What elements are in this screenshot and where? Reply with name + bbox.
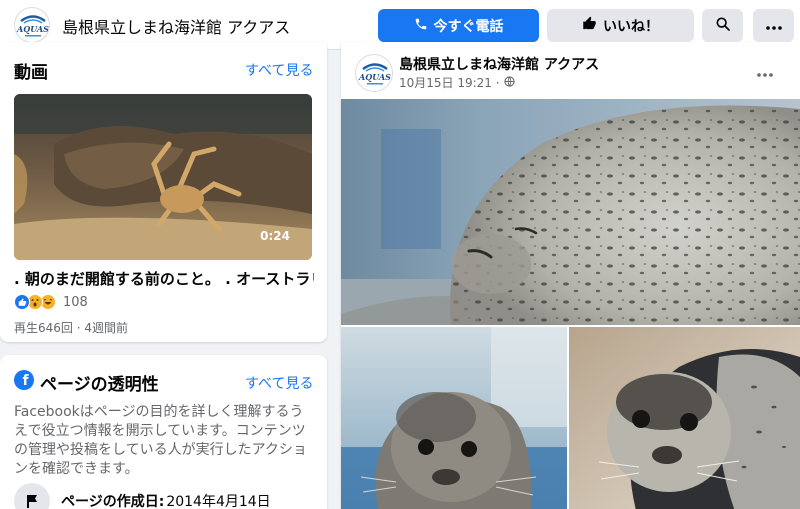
post-photo-main[interactable] bbox=[341, 99, 800, 325]
search-button[interactable] bbox=[702, 9, 743, 42]
post-time-text: 10月15日 19:21 · bbox=[399, 76, 500, 90]
video-reactions[interactable]: 108 bbox=[14, 294, 88, 310]
created-date-label: ページの作成日: bbox=[61, 494, 165, 509]
post-timestamp[interactable]: 10月15日 19:21 · bbox=[399, 74, 515, 91]
call-now-button[interactable]: 今すぐ電話 bbox=[378, 9, 539, 42]
videos-card: 動画 すべて見る 0:24 . 朝のまだ開館する前のこと。 . オーストラリア … bbox=[0, 42, 327, 342]
flag-icon bbox=[14, 483, 50, 509]
post-photo-2[interactable] bbox=[341, 327, 567, 509]
videos-section-title: 動画 bbox=[14, 63, 48, 83]
videos-see-all-link[interactable]: すべて見る bbox=[245, 60, 313, 80]
avatar-logo-text: AQUAS bbox=[358, 72, 391, 82]
like-reaction-icon bbox=[14, 294, 30, 310]
page-creation-row: ページの作成日: 2014年4月14日 bbox=[14, 483, 271, 509]
thumbs-up-icon bbox=[582, 16, 597, 35]
like-button-label: いいね！ bbox=[603, 18, 659, 35]
post-card: AQUAS 島根県立しまね海洋館 アクアス 10月15日 19:21 · bbox=[341, 42, 800, 509]
page-transparency-card: f ページの透明性 すべて見る Facebookはページの目的を詳しく理解するう… bbox=[0, 355, 327, 509]
more-dots-icon bbox=[765, 18, 782, 34]
call-button-label: 今すぐ電話 bbox=[433, 18, 504, 35]
facebook-icon: f bbox=[14, 370, 34, 390]
reaction-count: 108 bbox=[63, 294, 88, 310]
video-duration: 0:24 bbox=[260, 229, 290, 243]
transparency-see-all-link[interactable]: すべて見る bbox=[245, 373, 313, 393]
post-author-name[interactable]: 島根県立しまね海洋館 アクアス bbox=[399, 54, 599, 74]
globe-icon bbox=[503, 75, 515, 90]
logo-text: AQUAS bbox=[16, 24, 49, 34]
post-author-avatar[interactable]: AQUAS bbox=[355, 54, 393, 92]
like-page-button[interactable]: いいね！ bbox=[547, 9, 694, 42]
video-meta: 再生646回 · 4週間前 bbox=[14, 321, 128, 335]
page-title: 島根県立しまね海洋館 アクアス bbox=[62, 18, 291, 37]
more-dots-icon bbox=[757, 62, 773, 81]
search-icon bbox=[715, 16, 731, 36]
video-title[interactable]: . 朝のまだ開館する前のこと。 . オーストラリア bbox=[14, 268, 314, 289]
transparency-description: Facebookはページの目的を詳しく理解するうえで役立つ情報を開示しています。… bbox=[14, 404, 307, 477]
phone-icon bbox=[414, 17, 428, 35]
page-logo[interactable]: AQUAS bbox=[14, 7, 50, 43]
post-options-button[interactable] bbox=[752, 58, 778, 84]
post-photo-3[interactable] bbox=[569, 327, 800, 509]
video-thumbnail[interactable]: 0:24 bbox=[14, 94, 312, 260]
more-options-button[interactable] bbox=[753, 9, 794, 42]
transparency-section-title: ページの透明性 bbox=[40, 375, 159, 395]
created-date-value: 2014年4月14日 bbox=[166, 494, 271, 509]
